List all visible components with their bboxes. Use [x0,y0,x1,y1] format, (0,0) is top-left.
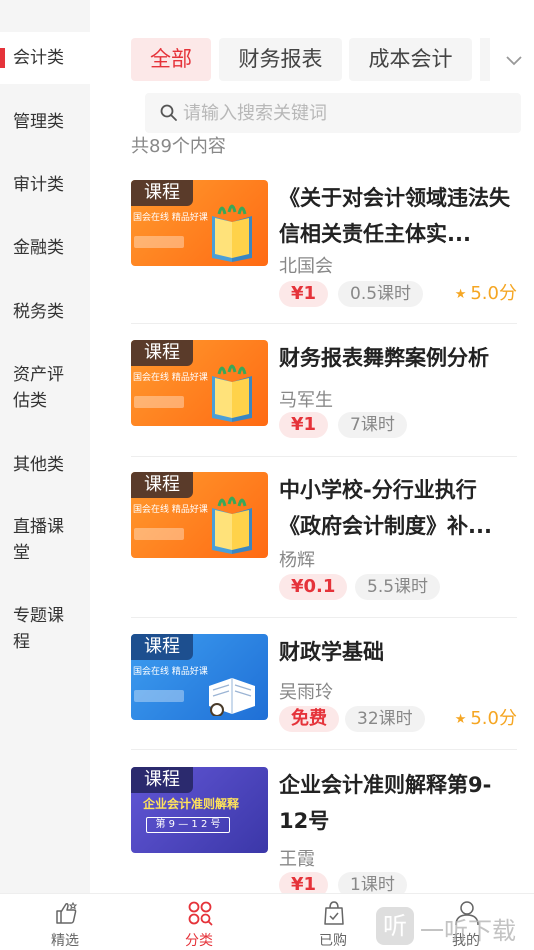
thumb-slogan: 国会在线 精品好课 [133,505,208,515]
tab-financial-statements[interactable]: 财务报表 [219,38,342,81]
category-grid-icon [188,901,213,926]
rating: ★ 5.0分 [455,706,517,733]
course-author: 北国会 [279,256,333,277]
course-title: 企业会计准则解释第9-12号 [279,773,492,833]
course-author: 马军生 [279,390,333,411]
tab-all[interactable]: 全部 [131,38,211,81]
course-badge: 课程 [131,472,193,498]
thumb-tag [134,690,184,702]
course-badge: 课程 [131,340,193,366]
divider [131,617,517,618]
course-author: 吴雨玲 [279,682,333,703]
tabs-divider [492,38,493,81]
course-title: 中小学校-分行业执行《政府会计制度》补... [279,478,492,538]
course-title: 财务报表舞弊案例分析 [279,346,489,370]
course-thumbnail: 课程 国会在线 精品好课 [131,180,268,266]
tab-partial[interactable] [480,38,490,81]
thumb-tag [134,396,184,408]
thumb-slogan: 国会在线 精品好课 [133,667,208,677]
nav-category[interactable]: 分类 [149,894,249,950]
nav-featured[interactable]: 精选 [15,894,115,950]
thumb-slogan: 国会在线 精品好课 [133,213,208,223]
divider [131,456,517,457]
course-author: 杨辉 [279,550,315,571]
course-card[interactable]: 课程 国会在线 精品好课 中小学校-分行业执行《政府会计制度》补... 杨辉 ¥… [131,472,517,602]
search-icon [160,104,177,121]
books-icon [209,678,255,716]
price-badge: ¥0.1 [279,574,348,600]
search-bar [145,93,521,133]
course-badge: 课程 [131,180,193,206]
star-icon: ★ [454,287,467,302]
nav-label: 分类 [185,933,213,949]
thumb-title: 企业会计准则解释 [143,797,240,811]
sidebar-item-topics[interactable]: 专题课程 [0,603,75,659]
course-card[interactable]: 课程 国会在线 精品好课 财政学基础 吴雨玲 免费 32课时 ★ 5.0分 [131,634,517,734]
sidebar-item-management[interactable]: 管理类 [0,96,90,148]
hours-badge: 32课时 [345,706,425,732]
tab-cost-accounting[interactable]: 成本会计 [349,38,472,81]
thumb-tag [134,528,184,540]
sidebar-item-accounting[interactable]: 会计类 [0,32,90,84]
price-badge: ¥1 [279,412,329,438]
price-badge: ¥1 [279,281,329,307]
open-book-icon [212,364,252,422]
divider [131,323,517,324]
course-author: 王霞 [279,849,315,870]
course-title: 财政学基础 [279,640,384,664]
course-thumbnail: 课程 国会在线 精品好课 [131,634,268,720]
course-card[interactable]: 课程 企业会计准则解释 第 9 — 1 2 号 企业会计准则解释第9-12号 王… [131,767,517,898]
result-count: 共89个内容 [131,136,226,157]
filter-tabs: 全部 财务报表 成本会计 [131,38,534,82]
chevron-down-icon[interactable] [502,48,526,72]
course-title: 《关于对会计领域违法失信相关责任主体实... [279,186,510,246]
sidebar-item-audit[interactable]: 审计类 [0,159,90,211]
course-card[interactable]: 课程 国会在线 精品好课 《关于对会计领域违法失信相关责任主体实... 北国会 … [131,180,517,310]
course-card[interactable]: 课程 国会在线 精品好课 财务报表舞弊案例分析 马军生 ¥1 7课时 [131,340,517,440]
sidebar-item-live[interactable]: 直播课堂 [0,514,75,570]
bag-check-icon [324,901,344,925]
hours-badge: 7课时 [338,412,407,438]
rating: ★ 5.0分 [455,281,517,308]
sidebar-item-tax[interactable]: 税务类 [0,286,90,338]
open-book-icon [212,204,252,262]
thumb-subtitle: 第 9 — 1 2 号 [146,817,230,833]
category-sidebar: 会计类 管理类 审计类 金融类 税务类 资产评估类 其他类 直播课堂 专题课程 [0,0,90,893]
thumbs-up-icon [56,901,78,924]
nav-label: 已购 [319,933,347,949]
sidebar-item-asset-valuation[interactable]: 资产评估类 [0,362,75,418]
course-badge: 课程 [131,634,193,660]
nav-purchased[interactable]: 已购 [283,894,383,950]
course-badge: 课程 [131,767,193,793]
sidebar-item-finance[interactable]: 金融类 [0,222,90,274]
price-badge: 免费 [279,706,339,732]
sidebar-item-other[interactable]: 其他类 [0,439,90,491]
nav-label: 精选 [51,933,79,949]
watermark-text: 一听下载 [420,917,516,945]
star-icon: ★ [454,712,467,727]
thumb-slogan: 国会在线 精品好课 [133,373,208,383]
course-thumbnail: 课程 国会在线 精品好课 [131,340,268,426]
page: 会计类 管理类 审计类 金融类 税务类 资产评估类 其他类 直播课堂 专题课程 … [0,0,534,950]
open-book-icon [212,496,252,554]
hours-badge: 5.5课时 [355,574,441,600]
divider [131,749,517,750]
thumb-tag [134,236,184,248]
watermark: 听 一听下载 [376,903,534,949]
course-thumbnail: 课程 企业会计准则解释 第 9 — 1 2 号 [131,767,268,853]
hours-badge: 0.5课时 [338,281,424,307]
watermark-logo: 听 [376,907,414,945]
search-input[interactable] [183,93,513,133]
course-thumbnail: 课程 国会在线 精品好课 [131,472,268,558]
